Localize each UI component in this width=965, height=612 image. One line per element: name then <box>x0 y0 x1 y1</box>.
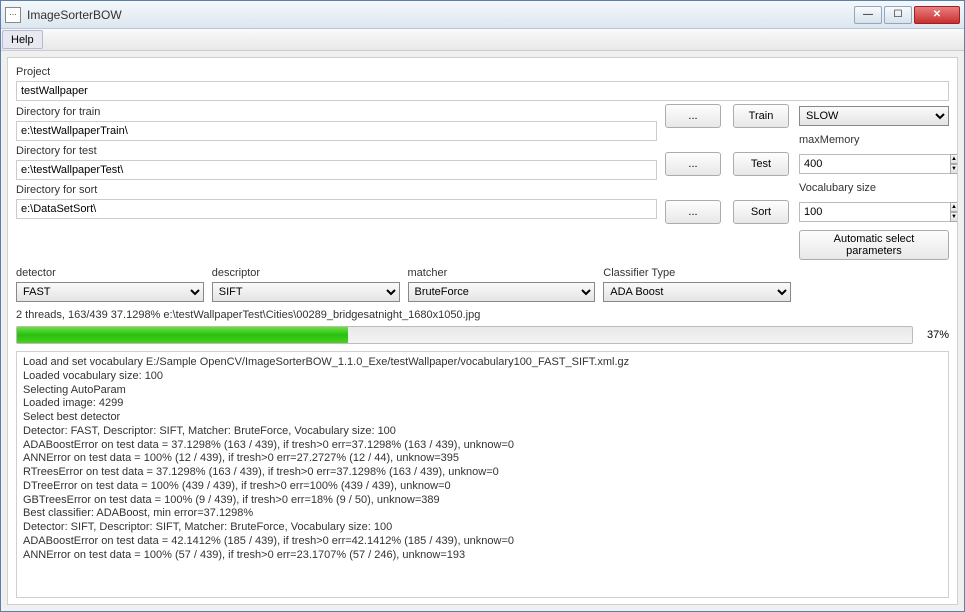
auto-params-button[interactable]: Automatic select parameters <box>799 230 949 260</box>
classifier-label: Classifier Type <box>603 265 791 280</box>
train-button[interactable]: Train <box>733 104 789 128</box>
minimize-button[interactable]: — <box>854 6 882 24</box>
browse-train-button[interactable]: ... <box>665 104 721 128</box>
window-controls: — ☐ ✕ <box>854 6 960 24</box>
progress-bar <box>16 326 913 344</box>
detector-label: detector <box>16 265 204 280</box>
close-button[interactable]: ✕ <box>914 6 960 24</box>
vocabsize-stepper[interactable]: ▲▼ <box>799 202 949 222</box>
project-label: Project <box>16 64 949 79</box>
dir-sort-label: Directory for sort <box>16 182 657 197</box>
maximize-button[interactable]: ☐ <box>884 6 912 24</box>
chevron-down-icon[interactable]: ▼ <box>950 164 958 174</box>
maxmemory-label: maxMemory <box>799 134 949 146</box>
browse-test-button[interactable]: ... <box>665 152 721 176</box>
vocabsize-label: Vocalubary size <box>799 182 949 194</box>
descriptor-label: descriptor <box>212 265 400 280</box>
progress-percent: 37% <box>919 329 949 341</box>
dir-sort-input[interactable] <box>16 199 657 219</box>
app-icon: ⋯ <box>5 7 21 23</box>
matcher-label: matcher <box>408 265 596 280</box>
menu-help[interactable]: Help <box>2 30 43 49</box>
project-input[interactable] <box>16 81 949 101</box>
window-title: ImageSorterBOW <box>27 8 854 22</box>
descriptor-combo[interactable]: SIFT <box>212 282 400 302</box>
status-line: 2 threads, 163/439 37.1298% e:\testWallp… <box>16 305 949 323</box>
dir-test-label: Directory for test <box>16 143 657 158</box>
detector-combo[interactable]: FAST <box>16 282 204 302</box>
progress-fill <box>17 327 348 343</box>
menubar: Help <box>1 29 964 51</box>
matcher-combo[interactable]: BruteForce <box>408 282 596 302</box>
sort-button[interactable]: Sort <box>733 200 789 224</box>
chevron-down-icon[interactable]: ▼ <box>950 212 958 222</box>
chevron-up-icon[interactable]: ▲ <box>950 154 958 164</box>
dir-test-input[interactable] <box>16 160 657 180</box>
maxmemory-stepper[interactable]: ▲▼ <box>799 154 949 174</box>
app-window: ⋯ ImageSorterBOW — ☐ ✕ Help Project Dire… <box>0 0 965 612</box>
titlebar: ⋯ ImageSorterBOW — ☐ ✕ <box>1 1 964 29</box>
dir-train-label: Directory for train <box>16 104 657 119</box>
chevron-up-icon[interactable]: ▲ <box>950 202 958 212</box>
maxmemory-input[interactable] <box>799 154 950 174</box>
browse-sort-button[interactable]: ... <box>665 200 721 224</box>
speed-combo[interactable]: SLOW <box>799 106 949 126</box>
content-pane: Project Directory for train Directory fo… <box>7 57 958 605</box>
vocabsize-input[interactable] <box>799 202 950 222</box>
classifier-combo[interactable]: ADA Boost <box>603 282 791 302</box>
dir-train-input[interactable] <box>16 121 657 141</box>
test-button[interactable]: Test <box>733 152 789 176</box>
log-output[interactable]: Load and set vocabulary E:/Sample OpenCV… <box>16 351 949 598</box>
